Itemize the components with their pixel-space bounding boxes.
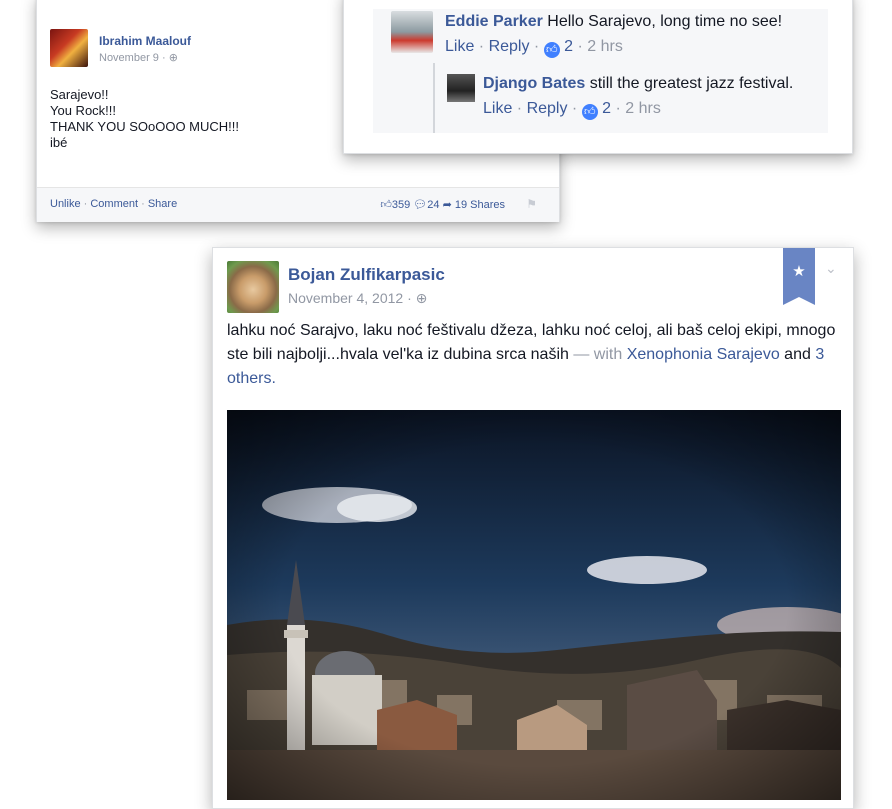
thumbs-up-icon: 👍︎ — [380, 199, 392, 211]
post-date-text[interactable]: November 9 · — [99, 52, 166, 64]
post-date[interactable]: November 9 · ⊕ — [99, 51, 178, 64]
separator: · — [138, 198, 148, 210]
post-actions: Unlike · Comment · Share — [50, 198, 177, 210]
post-date-text[interactable]: November 4, 2012 · — [288, 290, 412, 306]
like-badge-icon: 👍︎ — [581, 104, 598, 120]
reply-thread-line — [433, 63, 435, 133]
comment-thread: Eddie Parker Hello Sarajevo, long time n… — [373, 9, 828, 133]
flag-icon[interactable]: ⚑ — [526, 197, 537, 211]
share-arrow-icon: ➦ — [442, 199, 452, 211]
comment-body: still the greatest jazz festival. — [585, 75, 794, 92]
reply-text: Django Bates still the greatest jazz fes… — [483, 75, 793, 93]
comment-link[interactable]: Comment — [90, 198, 138, 210]
post-date[interactable]: November 4, 2012 · ⊕ — [288, 290, 427, 307]
post-photo[interactable] — [227, 410, 841, 800]
unlike-link[interactable]: Unlike — [50, 198, 81, 210]
share-count[interactable]: 19 Shares — [455, 199, 505, 211]
commenter-avatar[interactable] — [391, 11, 433, 53]
post-body: Sarajevo!! You Rock!!! THANK YOU SOoOOO … — [50, 87, 239, 151]
comment-thread-card: Eddie Parker Hello Sarajevo, long time n… — [343, 0, 853, 154]
comment-like-link[interactable]: Like — [483, 100, 512, 117]
post-footer: Unlike · Comment · Share 👍︎359 💬︎24 ➦ 19… — [37, 187, 559, 222]
sarajevo-skyline-photo — [227, 410, 841, 800]
period: . — [271, 370, 276, 387]
post-body-line: Sarajevo!! — [50, 87, 109, 102]
with-label: — with — [568, 346, 627, 363]
and-label: and — [779, 346, 816, 363]
author-name[interactable]: Ibrahim Maalouf — [99, 34, 191, 48]
bookmark-ribbon[interactable]: ★ — [783, 248, 815, 305]
post-body-line: THANK YOU SOoOOO MUCH!!! — [50, 119, 240, 134]
comment-like-count[interactable]: 2 — [602, 100, 611, 117]
comment-count[interactable]: 24 — [427, 199, 439, 211]
share-link[interactable]: Share — [148, 198, 177, 210]
comment-author[interactable]: Django Bates — [483, 75, 585, 92]
comment-like-link[interactable]: Like — [445, 38, 474, 55]
comment-time[interactable]: 2 hrs — [625, 100, 661, 117]
author-avatar[interactable] — [227, 261, 279, 313]
star-icon: ★ — [792, 263, 806, 280]
comment-bubble-icon: 💬︎ — [413, 199, 428, 211]
post-stats: 👍︎359 💬︎24 ➦ 19 Shares — [380, 198, 505, 211]
post-text: lahku noć Sarajvo, laku noć feštivalu dž… — [227, 319, 845, 391]
globe-icon: ⊕ — [415, 290, 428, 306]
comment-text: Eddie Parker Hello Sarajevo, long time n… — [445, 13, 782, 31]
post-card-bojan: Bojan Zulfikarpasic November 4, 2012 · ⊕… — [212, 247, 854, 809]
like-badge-icon: 👍︎ — [543, 42, 560, 58]
globe-icon: ⊕ — [168, 52, 178, 64]
comment-like-count[interactable]: 2 — [564, 38, 573, 55]
like-count[interactable]: 359 — [392, 199, 410, 211]
post-body-line: ibé — [50, 135, 68, 150]
comment-body: Hello Sarajevo, long time no see! — [542, 13, 783, 30]
separator: · — [80, 198, 91, 210]
chevron-down-icon[interactable]: ⌄ — [825, 260, 837, 277]
comment-meta: Like · Reply · 👍︎ 2 · 2 hrs — [445, 38, 623, 58]
tagged-page-link[interactable]: Xenophonia Sarajevo — [627, 346, 780, 363]
comment-time[interactable]: 2 hrs — [587, 38, 623, 55]
post-body-line: You Rock!!! — [50, 103, 117, 118]
comment-author[interactable]: Eddie Parker — [445, 13, 543, 30]
commenter-avatar[interactable] — [447, 74, 475, 102]
comment-meta: Like · Reply · 👍︎ 2 · 2 hrs — [483, 100, 661, 120]
comment-reply-link[interactable]: Reply — [527, 100, 568, 117]
author-name[interactable]: Bojan Zulfikarpasic — [288, 265, 445, 285]
author-avatar[interactable] — [50, 29, 88, 67]
comment-reply-link[interactable]: Reply — [489, 38, 530, 55]
